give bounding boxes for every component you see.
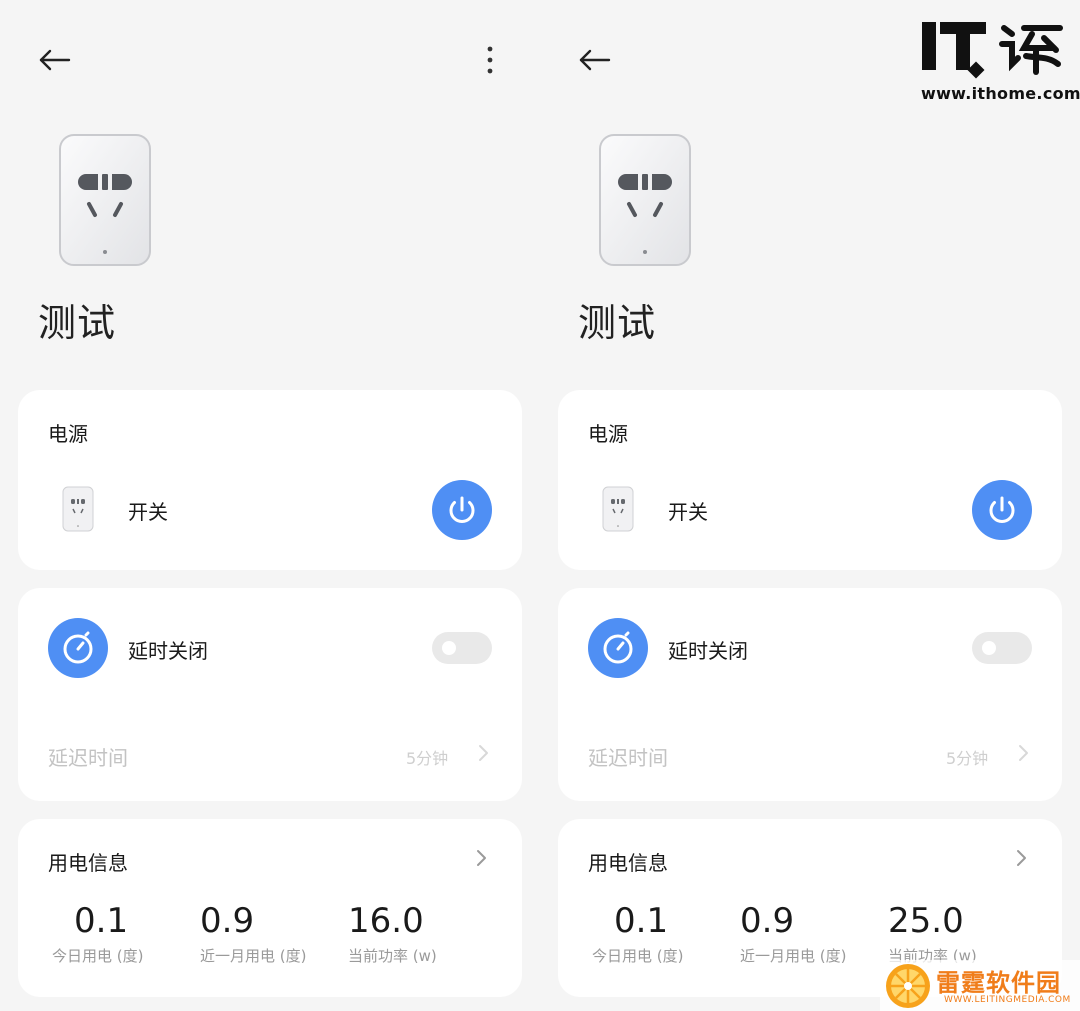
toggle-knob (442, 641, 456, 655)
power-card-title: 电源 (588, 422, 628, 446)
power-toggle-button[interactable] (972, 480, 1032, 540)
stat-month: 0.9 (740, 901, 794, 941)
delayed-off-label: 延时关闭 (128, 639, 208, 663)
more-options-button[interactable] (478, 40, 502, 80)
energy-info-card[interactable]: 用电信息 0.1 今日用电 (度) 0.9 近一月用电 (度) 16.0 当前功… (18, 819, 522, 997)
delay-time-label[interactable]: 延迟时间 (48, 742, 128, 771)
chevron-right-icon (479, 745, 488, 761)
smart-plug-image (59, 134, 151, 266)
stat-power-caption: 当前功率 (w) (348, 943, 437, 966)
month-usage-value: 0.9 (740, 901, 795, 941)
timer-icon (588, 618, 648, 678)
delay-time-value: 5分钟 (946, 749, 989, 768)
switch-label: 开关 (668, 500, 708, 524)
ithome-url: www.ithome.com (921, 84, 1080, 103)
stat-today-caption: 今日用电 (度) (52, 943, 143, 966)
smart-plug-image (599, 134, 691, 266)
power-icon (449, 496, 475, 524)
delayed-off-label: 延时关闭 (668, 639, 748, 663)
timer-icon (48, 618, 108, 678)
stat-power: 25.0 (888, 901, 964, 941)
toggle-knob (982, 641, 996, 655)
switch-label: 开关 (128, 500, 168, 524)
power-card-title: 电源 (48, 422, 88, 446)
today-usage-label: 今日用电 (度) (592, 947, 684, 965)
plug-thumbnail-icon (602, 486, 634, 532)
stat-month: 0.9 (200, 901, 254, 941)
stat-today-caption: 今日用电 (度) (592, 943, 683, 966)
arrow-left-icon (579, 49, 611, 71)
left-screen: 测试 电源 开关 延时关闭 延迟时间 5分钟 用电信息 0.1 今日用电 (度)… (0, 0, 540, 1011)
energy-info-title: 用电信息 (588, 851, 668, 875)
timer-card: 延时关闭 延迟时间 5分钟 (18, 588, 522, 801)
month-usage-value: 0.9 (200, 901, 255, 941)
device-name: 测试 (578, 301, 657, 345)
device-name: 测试 (38, 301, 117, 345)
back-button[interactable] (34, 40, 74, 80)
delayed-off-toggle[interactable] (972, 632, 1032, 664)
stat-month-caption: 近一月用电 (度) (200, 943, 306, 966)
chevron-right-icon (477, 850, 486, 866)
leiting-name: 雷霆软件园 (936, 969, 1061, 997)
chevron-right-icon (1019, 745, 1028, 761)
current-power-value: 16.0 (348, 901, 424, 941)
right-screen: 测试 电源 开关 延时关闭 延迟时间 5分钟 用电信息 0.1 今日用电 (度)… (540, 0, 1080, 1011)
timer-card: 延时关闭 延迟时间 5分钟 (558, 588, 1062, 801)
stat-power: 16.0 (348, 901, 424, 941)
power-card: 电源 开关 (558, 390, 1062, 570)
power-toggle-button[interactable] (432, 480, 492, 540)
month-usage-label: 近一月用电 (度) (740, 947, 847, 965)
power-icon (989, 496, 1015, 524)
today-usage-value: 0.1 (614, 901, 669, 941)
leiting-url: WWW.LEITINGMEDIA.COM (944, 995, 1071, 1005)
more-vertical-icon (487, 46, 493, 74)
month-usage-label: 近一月用电 (度) (200, 947, 307, 965)
ithome-logo (922, 22, 1063, 79)
today-usage-label: 今日用电 (度) (52, 947, 144, 965)
current-power-value: 25.0 (888, 901, 964, 941)
plug-thumbnail-icon (62, 486, 94, 532)
stat-month-caption: 近一月用电 (度) (740, 943, 846, 966)
stat-today: 0.1 (74, 901, 128, 941)
current-power-label: 当前功率 (w) (348, 947, 437, 965)
power-card: 电源 开关 (18, 390, 522, 570)
energy-info-title: 用电信息 (48, 851, 128, 875)
delay-time-label[interactable]: 延迟时间 (588, 742, 668, 771)
delayed-off-toggle[interactable] (432, 632, 492, 664)
delay-time-value: 5分钟 (406, 749, 449, 768)
stat-today: 0.1 (614, 901, 668, 941)
back-button[interactable] (574, 40, 614, 80)
chevron-right-icon (1017, 850, 1026, 866)
arrow-left-icon (39, 49, 71, 71)
today-usage-value: 0.1 (74, 901, 129, 941)
